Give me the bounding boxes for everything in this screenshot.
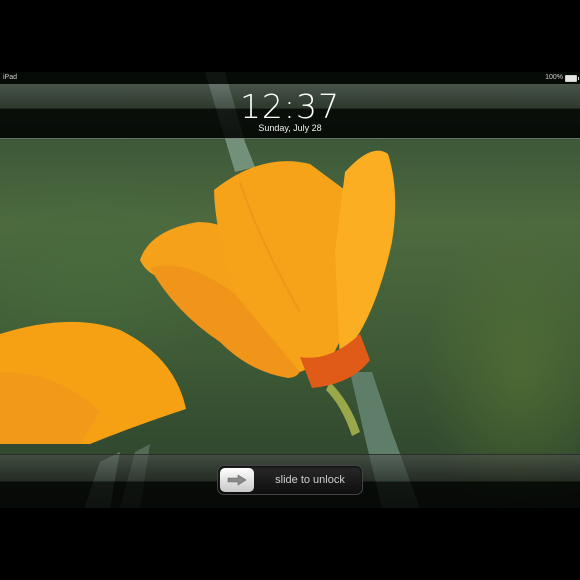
clock-date: Sunday, July 28: [258, 123, 322, 133]
arrow-right-icon: [227, 474, 247, 486]
unlock-slider-knob[interactable]: [220, 468, 254, 492]
clock-bar: 12:37 Sunday, July 28: [0, 84, 580, 139]
unlock-slider-track[interactable]: slide to unlock: [217, 465, 363, 495]
device-name: iPad: [3, 74, 18, 81]
clock-time: 12:37: [239, 87, 341, 126]
battery-icon: [565, 74, 579, 82]
battery-indicator: 100%: [545, 72, 579, 84]
battery-percentage: 100%: [545, 74, 563, 81]
unlock-bar: slide to unlock: [0, 454, 580, 508]
unlock-slider-label: slide to unlock: [275, 474, 345, 486]
status-bar: iPad 100%: [0, 72, 580, 84]
lock-screen: iPad 100% 12:37 Sunday, July 28 slide to…: [0, 72, 580, 508]
